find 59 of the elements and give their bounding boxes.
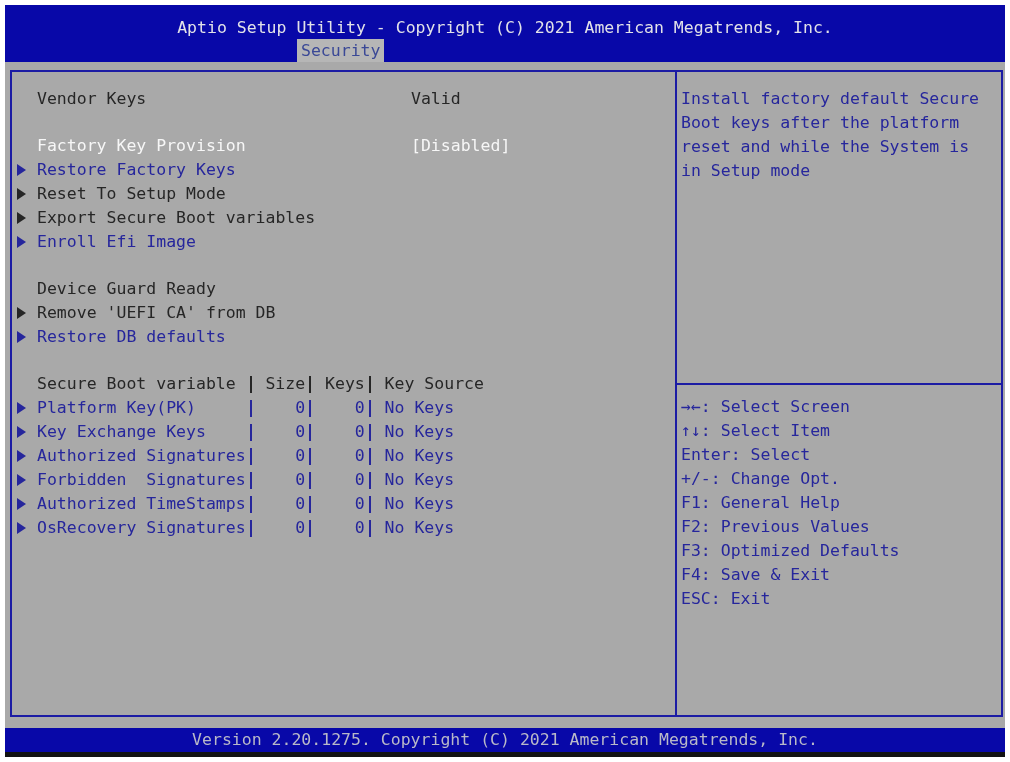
table-cell-text: 0 bbox=[354, 445, 365, 467]
menu-item[interactable]: Key Exchange Keys bbox=[37, 420, 206, 444]
table-cell-text: 0 bbox=[295, 421, 306, 443]
table-cell-text: No Keys bbox=[384, 493, 455, 515]
triangle-icon bbox=[17, 402, 26, 414]
menu-item[interactable]: Restore DB defaults bbox=[37, 325, 226, 349]
key-hint: F4: Save & Exit bbox=[681, 564, 830, 586]
menu-item[interactable]: Forbidden Signatures bbox=[37, 468, 246, 492]
menu-item[interactable]: Platform Key(PK) bbox=[37, 396, 196, 420]
table-cell-text: 0 bbox=[295, 397, 306, 419]
triangle-icon bbox=[17, 331, 26, 343]
key-hint: ↑↓: Select Item bbox=[681, 420, 830, 442]
key-hint: +/-: Change Opt. bbox=[681, 468, 840, 490]
table-cell-text: No Keys bbox=[384, 397, 455, 419]
table-cell-text: No Keys bbox=[384, 517, 455, 539]
triangle-icon bbox=[17, 188, 26, 200]
info-label: Device Guard Ready bbox=[37, 278, 216, 300]
triangle-icon bbox=[17, 212, 26, 224]
column-header: Key Source bbox=[384, 373, 484, 395]
menu-item[interactable]: Authorized Signatures bbox=[37, 444, 246, 468]
window-title: Aptio Setup Utility - Copyright (C) 2021 American Megatrends, Inc. bbox=[177, 17, 833, 39]
triangle-icon bbox=[17, 474, 26, 486]
version-text: Version 2.20.1275. Copyright (C) 2021 American Megatrends, Inc. bbox=[192, 729, 818, 751]
tab[interactable]: Security bbox=[297, 39, 385, 62]
triangle-icon bbox=[17, 307, 26, 319]
menu-item[interactable]: OsRecovery Signatures bbox=[37, 516, 246, 540]
table-cell-text: No Keys bbox=[384, 445, 455, 467]
table-cell-text: No Keys bbox=[384, 421, 455, 443]
table-cell-text: No Keys bbox=[384, 469, 455, 491]
key-hint: F2: Previous Values bbox=[681, 516, 870, 538]
triangle-icon bbox=[17, 450, 26, 462]
menu-item[interactable]: Authorized TimeStamps bbox=[37, 492, 246, 516]
menu-item[interactable]: Enroll Efi Image bbox=[37, 230, 196, 254]
triangle-icon bbox=[17, 164, 26, 176]
column-header: Keys bbox=[325, 373, 365, 395]
info-value: Valid bbox=[411, 88, 461, 110]
table-cell-text: 0 bbox=[295, 517, 306, 539]
table-cell-text: 0 bbox=[295, 445, 306, 467]
table-cell-text: 0 bbox=[295, 469, 306, 491]
key-hint: F1: General Help bbox=[681, 492, 840, 514]
table-cell-text: 0 bbox=[295, 493, 306, 515]
table-cell-text: 0 bbox=[354, 421, 365, 443]
key-hint: ESC: Exit bbox=[681, 588, 771, 610]
key-hint: F3: Optimized Defaults bbox=[681, 540, 900, 562]
triangle-icon bbox=[17, 522, 26, 534]
table-cell-text: 0 bbox=[354, 517, 365, 539]
table-cell-text: 0 bbox=[354, 493, 365, 515]
table-cell-text: 0 bbox=[354, 469, 365, 491]
triangle-icon bbox=[17, 498, 26, 510]
column-header: Secure Boot variable bbox=[37, 373, 236, 395]
key-hint: Enter: Select bbox=[681, 444, 811, 466]
column-header: Size bbox=[265, 373, 306, 395]
triangle-icon bbox=[17, 426, 26, 438]
table-cell-text: 0 bbox=[354, 397, 365, 419]
key-hint: →←: Select Screen bbox=[681, 396, 850, 418]
menu-item[interactable]: Restore Factory Keys bbox=[37, 158, 236, 182]
info-label: Vendor Keys bbox=[37, 88, 147, 110]
help-text: Install factory default Secure Boot keys after the platform reset and while the System is in Setup mode bbox=[681, 88, 980, 182]
triangle-icon bbox=[17, 236, 26, 248]
